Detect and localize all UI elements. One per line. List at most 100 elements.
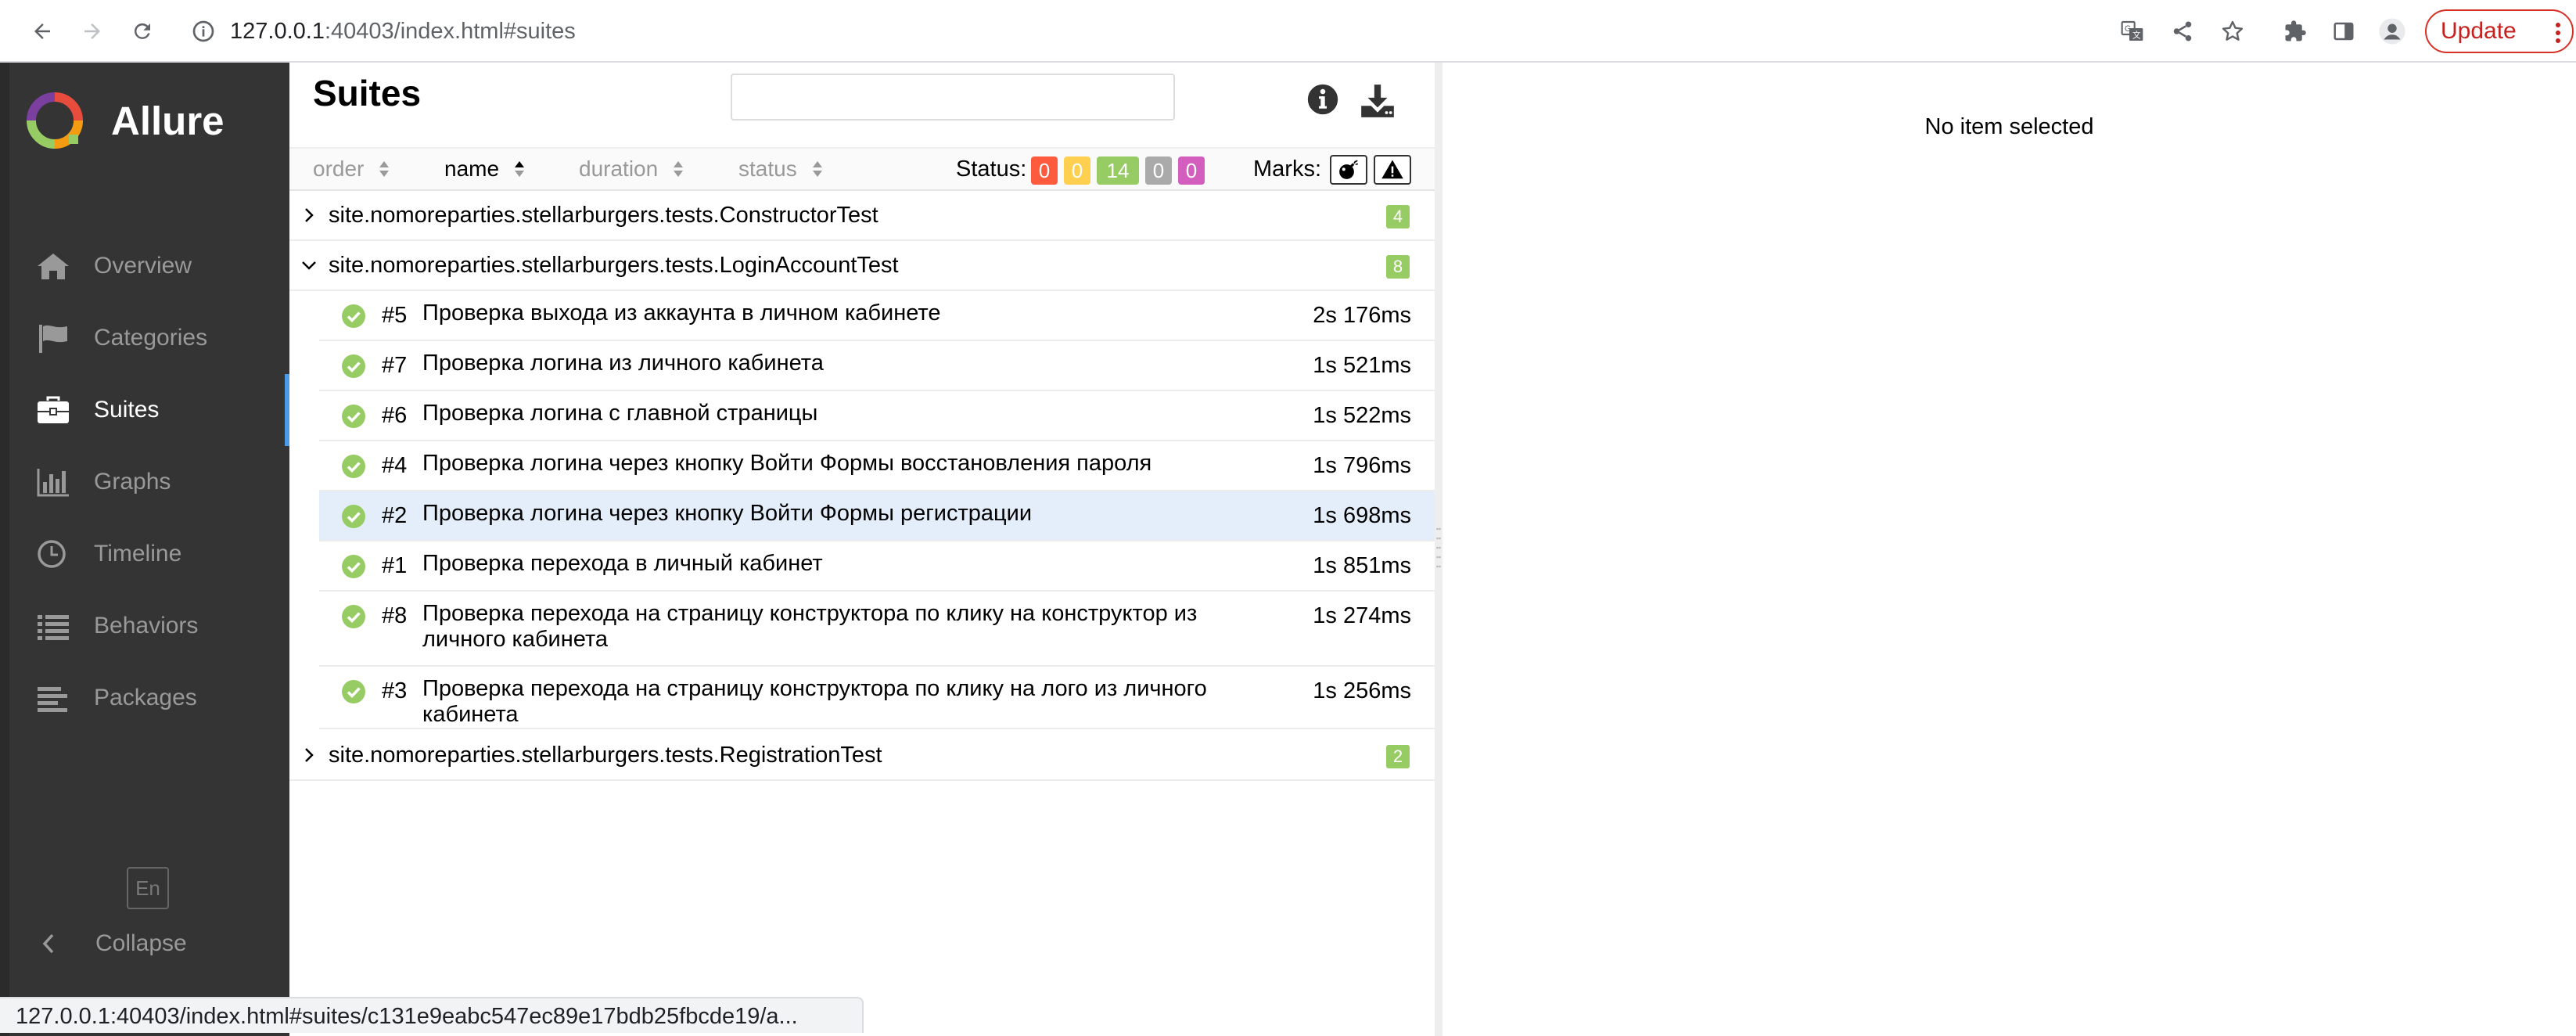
passed-check-icon [342, 405, 365, 428]
test-order: #7 [382, 353, 408, 378]
test-title: Проверка перехода на страницу конструкто… [422, 676, 1207, 727]
status-unknown-badge[interactable]: 0 [1178, 156, 1205, 185]
svg-text:G: G [2125, 24, 2131, 34]
brand[interactable]: Allure [27, 89, 225, 152]
passed-check-icon [342, 304, 365, 328]
sidebar-item-packages[interactable]: Packages [0, 662, 289, 734]
align-left-icon [38, 687, 67, 712]
chevron-down-icon [302, 261, 316, 270]
url-host: 127.0.0.1 [230, 19, 325, 44]
bar-chart-icon [37, 469, 69, 497]
suite-row[interactable]: site.nomoreparties.stellarburgers.tests.… [289, 731, 1435, 781]
back-icon[interactable] [23, 13, 61, 50]
status-failed-badge[interactable]: 0 [1031, 156, 1058, 185]
translate-icon[interactable]: G文 [2117, 16, 2148, 47]
address-bar[interactable]: 127.0.0.1:40403/index.html#suites [230, 16, 576, 47]
test-row[interactable]: #3 Проверка перехода на страницу констру… [319, 667, 1435, 729]
sort-status[interactable]: status [738, 149, 824, 189]
side-panel-icon[interactable] [2328, 16, 2359, 47]
profile-avatar-icon[interactable] [2377, 16, 2408, 47]
test-row[interactable]: #7 Проверка логина из личного кабинета 1… [319, 341, 1435, 391]
test-order: #8 [382, 603, 408, 628]
marks-filter-label: Marks: [1253, 156, 1321, 182]
suite-count-badge: 8 [1386, 255, 1410, 279]
flag-icon [39, 325, 67, 353]
test-order: #1 [382, 553, 408, 578]
test-title: Проверка выхода из аккаунта в личном каб… [422, 300, 941, 326]
test-row[interactable]: #5 Проверка выхода из аккаунта в личном … [319, 291, 1435, 341]
sidebar-item-label: Overview [94, 253, 192, 279]
search-input[interactable] [731, 74, 1175, 121]
sidebar-item-overview[interactable]: Overview [0, 230, 289, 302]
sidebar-item-graphs[interactable]: Graphs [0, 446, 289, 518]
svg-text:文: 文 [2132, 31, 2141, 41]
test-duration: 1s 796ms [1313, 453, 1411, 478]
sort-order[interactable]: order [313, 149, 390, 189]
test-duration: 1s 851ms [1313, 553, 1411, 578]
sidebar-item-timeline[interactable]: Timeline [0, 518, 289, 590]
test-title: Проверка перехода на страницу конструкто… [422, 601, 1198, 652]
sort-label: duration [579, 156, 659, 181]
sort-icon [812, 161, 822, 177]
sidebar-item-suites[interactable]: Suites [0, 374, 289, 446]
warning-mark-button[interactable] [1374, 155, 1411, 185]
allure-logo-icon [27, 92, 83, 149]
passed-check-icon [342, 605, 365, 628]
status-filter-label: Status: [956, 156, 1027, 182]
suite-row[interactable]: site.nomoreparties.stellarburgers.tests.… [289, 191, 1435, 241]
bookmark-star-icon[interactable] [2217, 16, 2248, 47]
sort-label: order [313, 156, 365, 181]
flaky-mark-button[interactable] [1330, 155, 1367, 185]
test-row[interactable]: #1 Проверка перехода в личный кабинет 1s… [319, 541, 1435, 592]
passed-check-icon [342, 455, 365, 478]
test-duration: 1s 521ms [1313, 353, 1411, 378]
chevron-right-icon [305, 208, 314, 222]
status-broken-badge[interactable]: 0 [1064, 156, 1090, 185]
language-switcher[interactable]: En [127, 867, 169, 909]
sort-label: status [738, 156, 797, 181]
url-path: :40403/index.html#suites [324, 19, 576, 44]
suite-count-badge: 4 [1386, 205, 1410, 228]
page-title: Suites [313, 73, 422, 113]
forward-icon[interactable] [74, 13, 111, 50]
sort-asc-icon [515, 161, 525, 177]
test-order: #6 [382, 403, 408, 428]
site-info-icon[interactable] [191, 19, 216, 44]
sidebar-item-label: Categories [94, 325, 208, 351]
status-passed-badge[interactable]: 14 [1097, 156, 1139, 185]
suite-row[interactable]: site.nomoreparties.stellarburgers.tests.… [289, 241, 1435, 291]
test-order: #5 [382, 303, 408, 328]
test-row[interactable]: #8 Проверка перехода на страницу констру… [319, 592, 1435, 667]
download-icon[interactable] [1358, 81, 1396, 119]
sort-icon [379, 161, 390, 177]
browser-toolbar: 127.0.0.1:40403/index.html#suites G文 Upd… [0, 0, 2576, 63]
sidebar-item-behaviors[interactable]: Behaviors [0, 590, 289, 662]
suite-name: site.nomoreparties.stellarburgers.tests.… [329, 203, 878, 228]
status-skipped-badge[interactable]: 0 [1145, 156, 1172, 185]
chevron-left-icon [42, 933, 54, 954]
share-icon[interactable] [2167, 16, 2198, 47]
sidebar-item-label: Behaviors [94, 613, 199, 639]
test-row[interactable]: #4 Проверка логина через кнопку Войти Фо… [319, 441, 1435, 491]
extensions-icon[interactable] [2280, 16, 2311, 47]
sort-duration[interactable]: duration [579, 149, 684, 189]
drag-handle-icon [1436, 527, 1441, 568]
test-title: Проверка логина через кнопку Войти Формы… [422, 451, 1152, 476]
sidebar-item-categories[interactable]: Categories [0, 302, 289, 374]
reload-icon[interactable] [124, 13, 161, 50]
update-button[interactable]: Update [2425, 9, 2574, 53]
test-title: Проверка перехода в личный кабинет [422, 551, 823, 576]
info-icon[interactable] [1305, 81, 1342, 119]
test-row[interactable]: #2 Проверка логина через кнопку Войти Фо… [319, 491, 1435, 541]
chevron-right-icon [305, 748, 314, 762]
sort-name[interactable]: name [444, 149, 526, 189]
sidebar-item-label: Suites [94, 397, 160, 423]
sidebar-item-label: Packages [94, 685, 197, 710]
test-duration: 1s 274ms [1313, 603, 1411, 628]
passed-check-icon [342, 354, 365, 378]
sidebar-item-label: Timeline [94, 541, 182, 567]
test-row[interactable]: #6 Проверка логина с главной страницы 1s… [319, 391, 1435, 441]
pane-splitter[interactable] [1435, 63, 1442, 1036]
sidebar: Allure Overview Categories Suites Graphs… [0, 63, 289, 1036]
collapse-button[interactable]: Collapse [41, 928, 187, 959]
